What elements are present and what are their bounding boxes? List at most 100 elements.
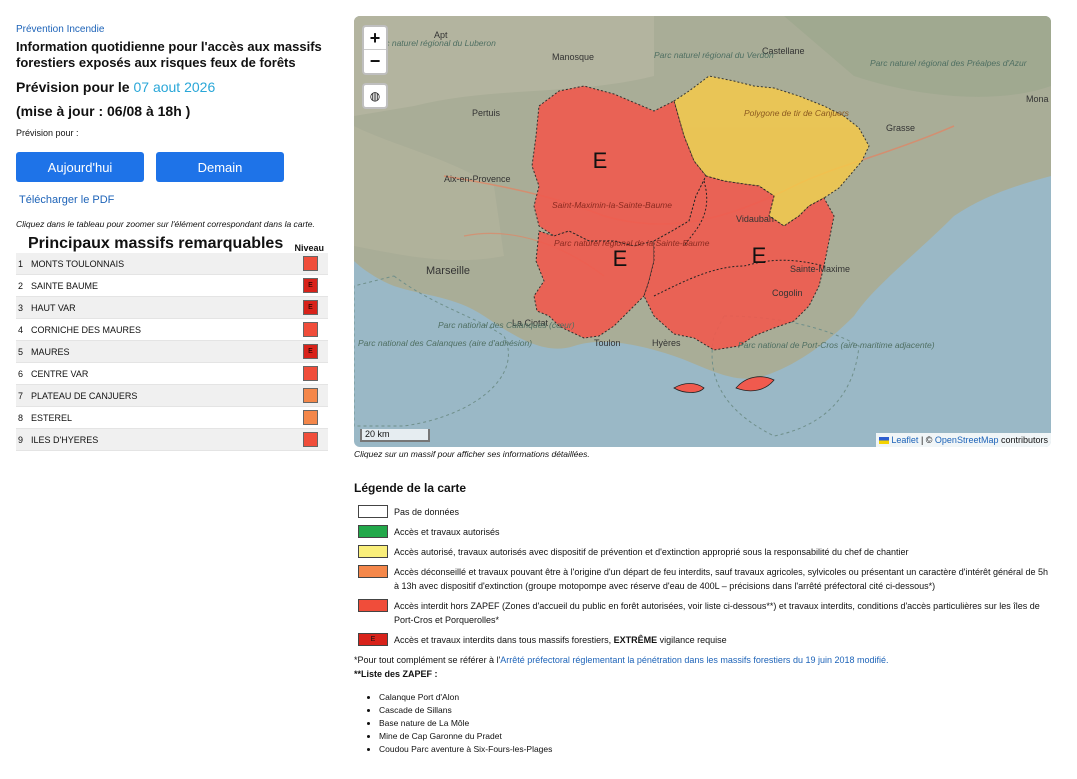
- massif-name: MONTS TOULONNAIS: [31, 258, 125, 269]
- map-hint: Cliquez sur un massif pour afficher ses …: [354, 449, 590, 459]
- table-row[interactable]: 2 SAINTE BAUME E: [16, 275, 328, 297]
- label-calanques-adhesion: Parc national des Calanques (aire d'adhé…: [358, 338, 532, 348]
- left-panel: Prévention Incendie Information quotidie…: [16, 24, 328, 451]
- row-number: 4: [18, 324, 24, 335]
- legend-title: Légende de la carte: [354, 481, 467, 495]
- zone-mark-east: E: [752, 243, 767, 268]
- kicker: Prévention Incendie: [16, 24, 105, 35]
- row-number: 9: [18, 434, 24, 445]
- zapef-item: Cascade de Sillans: [379, 704, 1054, 717]
- legend-swatch: [358, 545, 388, 558]
- layers-icon[interactable]: ◍: [362, 83, 388, 109]
- zapef-list: Calanque Port d'AlonCascade de SillansBa…: [354, 691, 1054, 756]
- table-row[interactable]: 3 HAUT VAR E: [16, 297, 328, 319]
- row-number: 8: [18, 412, 24, 423]
- label-vidauban: Vidauban: [736, 214, 774, 224]
- map-canvas[interactable]: E E E Aix-en-Provence Marseille La Ciota…: [354, 16, 1051, 447]
- table-row[interactable]: 9 ILES D'HYERES: [16, 429, 328, 451]
- massifs-table: 1 MONTS TOULONNAIS 2 SAINTE BAUME E 3 HAUT VAR…: [16, 253, 328, 451]
- legend-item: Accès interdit hors ZAPEF (Zones d'accue…: [354, 599, 1054, 627]
- legend-text: Accès autorisé, travaux autorisés avec d…: [394, 547, 909, 557]
- table-row[interactable]: 6 CENTRE VAR: [16, 363, 328, 385]
- level-indicator: [303, 322, 318, 337]
- map[interactable]: E E E Aix-en-Provence Marseille La Ciota…: [354, 16, 1051, 447]
- legend-item-extreme: E Accès et travaux interdits dans tous m…: [354, 633, 1054, 647]
- label-marseille: Marseille: [426, 265, 470, 277]
- level-indicator: [303, 432, 318, 447]
- massif-name: ILES D'HYERES: [31, 434, 99, 445]
- legend-swatch: [358, 505, 388, 518]
- level-indicator: E: [303, 278, 318, 293]
- zone-mark-west: E: [593, 148, 608, 173]
- download-pdf-link[interactable]: Télécharger le PDF: [19, 194, 328, 206]
- label-sainte-baume: Parc naturel régional de la Sainte-Baume: [554, 238, 710, 248]
- page-title: Information quotidienne pour l'accès aux…: [16, 39, 322, 70]
- zone-mark-southwest: E: [613, 246, 628, 271]
- label-sainte-maxime: Sainte-Maxime: [790, 264, 850, 274]
- decree-link[interactable]: Arrêté préfectoral réglementant la pénét…: [500, 655, 888, 665]
- zoom-in-button[interactable]: +: [364, 27, 386, 50]
- legend-text: Pas de données: [394, 507, 460, 517]
- table-row[interactable]: 5 MAURES E: [16, 341, 328, 363]
- massif-name: HAUT VAR: [31, 302, 76, 313]
- legend-item: Accès et travaux autorisés: [354, 525, 1054, 539]
- map-legend: Légende de la carte Pas de données Accès …: [354, 481, 1054, 756]
- label-pnr-prealpes: Parc naturel régional des Préalpes d'Azu…: [870, 58, 1028, 68]
- map-attribution: Leaflet | © OpenStreetMap contributors: [876, 433, 1051, 447]
- scale-bar: 20 km: [360, 429, 430, 442]
- label-menton: Mona: [1026, 94, 1049, 104]
- label-portcros: Parc national de Port-Cros (aire maritim…: [738, 340, 935, 350]
- zoom-out-button[interactable]: −: [364, 50, 386, 73]
- update-time: (mise à jour : 06/08 à 18h ): [16, 103, 191, 119]
- zapef-item: Calanque Port d'Alon: [379, 691, 1054, 704]
- massif-name: ESTEREL: [31, 412, 73, 423]
- zapef-item: Mine de Cap Garonne du Pradet: [379, 730, 1054, 743]
- row-number: 1: [18, 258, 24, 269]
- row-number: 5: [18, 346, 24, 357]
- table-row[interactable]: 1 MONTS TOULONNAIS: [16, 253, 328, 275]
- forecast-prefix: Prévision pour le: [16, 79, 130, 95]
- decree-note: *Pour tout complément se référer à l'Arr…: [354, 653, 1054, 667]
- tomorrow-button[interactable]: Demain: [156, 152, 284, 182]
- legend-swatch-extreme: E: [358, 633, 388, 646]
- table-row[interactable]: 7 PLATEAU DE CANJUERS: [16, 385, 328, 407]
- label-grasse: Grasse: [886, 123, 915, 133]
- row-number: 7: [18, 390, 24, 401]
- table-row[interactable]: 8 ESTEREL: [16, 407, 328, 429]
- legend-text-extreme: Accès et travaux interdits dans tous mas…: [394, 635, 727, 645]
- row-number: 3: [18, 302, 24, 313]
- table-row[interactable]: 4 CORNICHE DES MAURES: [16, 319, 328, 341]
- today-button[interactable]: Aujourd'hui: [16, 152, 144, 182]
- legend-swatch: [358, 525, 388, 538]
- label-toulon: Toulon: [594, 338, 621, 348]
- massif-name: CORNICHE DES MAURES: [31, 324, 142, 335]
- forecast-for-label: Prévision pour :: [16, 128, 79, 138]
- ukraine-flag-icon: [879, 437, 890, 445]
- table-header: Principaux massifs remarquables Niveau: [16, 235, 328, 253]
- label-aix: Aix-en-Provence: [444, 174, 511, 184]
- island-portcros: [735, 376, 775, 392]
- massif-name: PLATEAU DE CANJUERS: [31, 390, 138, 401]
- label-pnr-luberon: Parc naturel régional du Luberon: [372, 38, 496, 48]
- osm-link[interactable]: OpenStreetMap: [935, 435, 999, 445]
- label-cogolin: Cogolin: [772, 288, 803, 298]
- legend-items: Pas de données Accès et travaux autorisés…: [354, 505, 1054, 627]
- day-buttons: Aujourd'hui Demain: [16, 152, 328, 182]
- attribution-tail: contributors: [998, 435, 1048, 445]
- legend-text: Accès déconseillé et travaux pouvant êtr…: [394, 567, 1049, 591]
- decree-note-prefix: *Pour tout complément se référer à l': [354, 655, 501, 665]
- legend-swatch: [358, 565, 388, 578]
- leaflet-link[interactable]: Leaflet: [891, 435, 918, 445]
- forecast-line: Prévision pour le 07 aout 2026: [16, 79, 328, 95]
- label-pertuis: Pertuis: [472, 108, 501, 118]
- label-calanques-coeur: Parc national des Calanques (cœur): [438, 320, 575, 330]
- row-number: 2: [18, 280, 24, 291]
- level-indicator: [303, 388, 318, 403]
- forecast-date: 07 aout 2026: [133, 79, 216, 95]
- attribution-separator: | ©: [918, 435, 935, 445]
- legend-item: Accès déconseillé et travaux pouvant êtr…: [354, 565, 1054, 593]
- zapef-item: Base nature de La Môle: [379, 717, 1054, 730]
- legend-text: Accès interdit hors ZAPEF (Zones d'accue…: [394, 601, 1040, 625]
- table-hint: Cliquez dans le tableau pour zoomer sur …: [16, 219, 315, 229]
- level-indicator: E: [303, 344, 318, 359]
